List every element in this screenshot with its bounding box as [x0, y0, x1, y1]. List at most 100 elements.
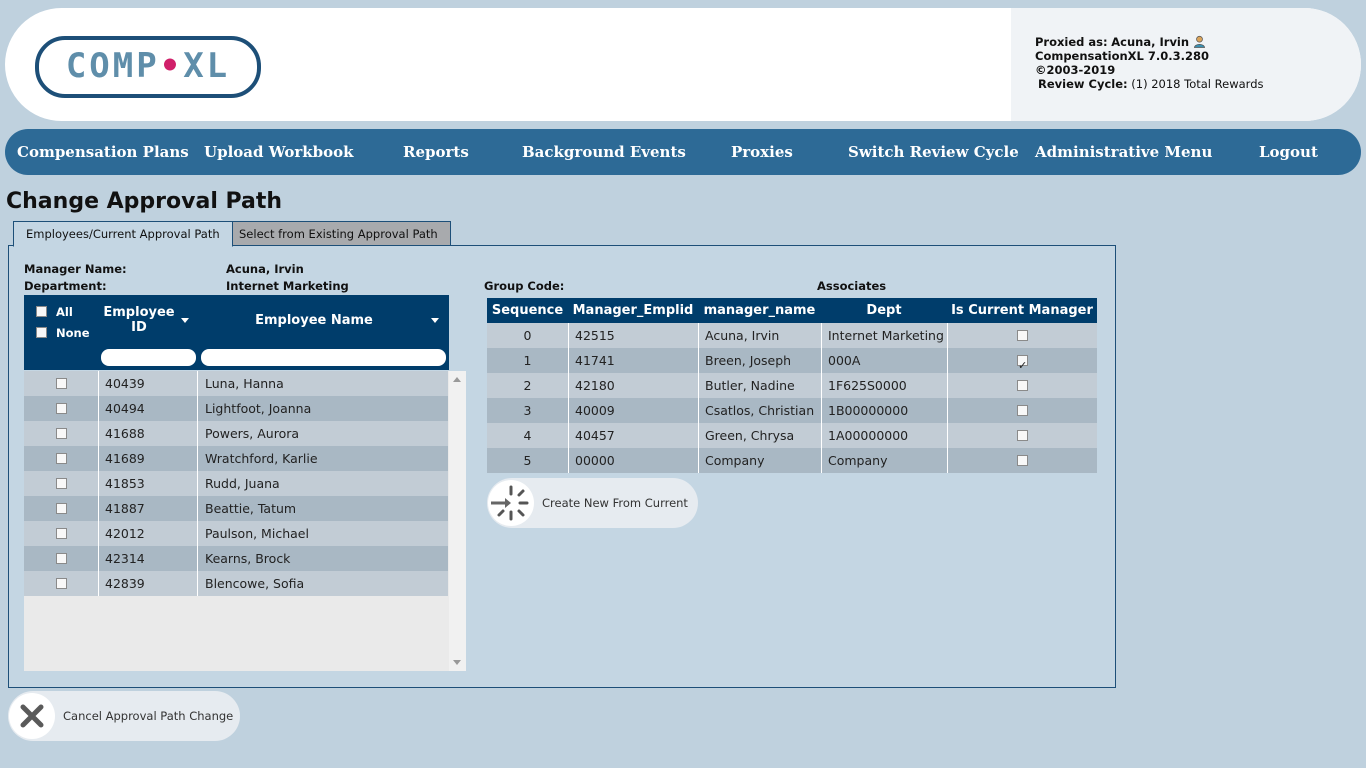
create-new-from-current-button[interactable]: Create New From Current	[487, 478, 698, 528]
manager-name-value: Acuna, Irvin	[226, 262, 304, 276]
row-checkbox[interactable]	[55, 428, 67, 439]
table-row: 42314 Kearns, Brock	[24, 546, 448, 571]
row-checkbox[interactable]	[55, 478, 67, 489]
table-row: 0 42515 Acuna, Irvin Internet Marketing	[487, 323, 1097, 348]
table-row: 4 40457 Green, Chrysa 1A00000000	[487, 423, 1097, 448]
is-current-manager-cell	[948, 348, 1097, 373]
nav-reports[interactable]: Reports	[403, 129, 469, 175]
filter-icon[interactable]	[431, 318, 439, 323]
manager-emplid-cell: 40457	[569, 423, 699, 448]
select-none-label: None	[56, 326, 90, 340]
is-current-manager-cell	[948, 398, 1097, 423]
tab-select-existing-path[interactable]: Select from Existing Approval Path	[226, 221, 451, 247]
tab-employees-current-path[interactable]: Employees/Current Approval Path	[13, 221, 233, 247]
review-cycle-label: Review Cycle:	[1038, 77, 1128, 91]
column-header-sequence: Sequence	[491, 303, 564, 318]
nav-administrative-menu[interactable]: Administrative Menu	[1035, 129, 1212, 175]
proxied-user: Acuna, Irvin	[1111, 35, 1190, 49]
cancel-approval-path-change-button[interactable]: Cancel Approval Path Change	[8, 691, 240, 741]
cancel-button-label: Cancel Approval Path Change	[63, 709, 234, 723]
spinner-icon	[488, 480, 534, 526]
select-all-checkbox[interactable]	[36, 306, 47, 317]
manager-emplid-cell: 00000	[569, 448, 699, 473]
is-current-manager-checkbox[interactable]	[1017, 380, 1028, 391]
table-row: 41688 Powers, Aurora	[24, 421, 448, 446]
table-row: 41689 Wratchford, Karlie	[24, 446, 448, 471]
column-header-manager-emplid: Manager_Emplid	[572, 303, 694, 318]
sequence-cell: 3	[487, 398, 569, 423]
filter-icon[interactable]	[181, 318, 189, 323]
row-checkbox[interactable]	[55, 528, 67, 539]
is-current-manager-checkbox[interactable]	[1017, 353, 1028, 373]
dept-cell: Company	[822, 448, 948, 473]
is-current-manager-cell	[948, 323, 1097, 348]
table-row: 5 00000 Company Company	[487, 448, 1097, 473]
app-version: CompensationXL 7.0.3.280	[1035, 49, 1209, 63]
close-icon	[9, 693, 55, 739]
nav-logout[interactable]: Logout	[1259, 129, 1318, 175]
employee-grid-scrollbar[interactable]	[449, 371, 466, 671]
row-checkbox[interactable]	[55, 503, 67, 514]
employee-id-filter-input[interactable]	[101, 349, 196, 366]
app-header: COMP•XL Proxied as: Acuna, Irvin Compens…	[5, 8, 1361, 121]
row-checkbox[interactable]	[55, 403, 67, 414]
table-row: 42012 Paulson, Michael	[24, 521, 448, 546]
user-icon	[1193, 35, 1205, 48]
manager-emplid-cell: 42180	[569, 373, 699, 398]
row-checkbox[interactable]	[55, 553, 67, 564]
nav-switch-review-cycle[interactable]: Switch Review Cycle	[848, 129, 1019, 175]
column-header-employee-id[interactable]: Employee ID	[102, 305, 176, 335]
row-checkbox[interactable]	[55, 578, 67, 589]
manager-name-cell: Csatlos, Christian	[699, 398, 822, 423]
manager-name-cell: Company	[699, 448, 822, 473]
comp-xl-logo: COMP•XL	[35, 36, 261, 98]
dept-cell: Internet Marketing	[822, 323, 948, 348]
manager-name-label: Manager Name:	[24, 262, 127, 276]
column-header-dept: Dept	[866, 303, 902, 318]
page-title: Change Approval Path	[6, 189, 283, 214]
nav-background-events[interactable]: Background Events	[522, 129, 686, 175]
table-row: 2 42180 Butler, Nadine 1F625S0000	[487, 373, 1097, 398]
group-code-value: Associates	[817, 279, 887, 293]
manager-emplid-cell: 41741	[569, 348, 699, 373]
dept-cell: 1A00000000	[822, 423, 948, 448]
row-checkbox[interactable]	[55, 453, 67, 464]
department-value: Internet Marketing	[226, 279, 349, 293]
approval-table-header: Sequence Manager_Emplid manager_name Dep…	[487, 298, 1097, 323]
sequence-cell: 2	[487, 373, 569, 398]
column-header-is-current-manager: Is Current Manager	[951, 303, 1093, 318]
manager-name-cell: Acuna, Irvin	[699, 323, 822, 348]
proxied-label: Proxied as:	[1035, 35, 1108, 49]
create-new-button-label: Create New From Current	[542, 496, 688, 510]
employee-name-filter-input[interactable]	[201, 349, 446, 366]
table-row: 41887 Beattie, Tatum	[24, 496, 448, 521]
sequence-cell: 0	[487, 323, 569, 348]
select-none-checkbox[interactable]	[36, 327, 47, 338]
nav-upload-workbook[interactable]: Upload Workbook	[204, 129, 354, 175]
is-current-manager-checkbox[interactable]	[1017, 430, 1028, 441]
table-row: 41853 Rudd, Juana	[24, 471, 448, 496]
is-current-manager-cell	[948, 373, 1097, 398]
table-row: 40439 Luna, Hanna	[24, 371, 448, 396]
table-row: 1 41741 Breen, Joseph 000A	[487, 348, 1097, 373]
group-code-label: Group Code:	[484, 279, 565, 293]
nav-proxies[interactable]: Proxies	[731, 129, 793, 175]
sequence-cell: 4	[487, 423, 569, 448]
column-header-employee-name[interactable]: Employee Name	[202, 313, 426, 328]
is-current-manager-checkbox[interactable]	[1017, 405, 1028, 416]
manager-emplid-cell: 42515	[569, 323, 699, 348]
scroll-up-icon[interactable]	[453, 377, 461, 382]
session-info-panel: Proxied as: Acuna, Irvin CompensationXL …	[1011, 8, 1361, 121]
is-current-manager-checkbox[interactable]	[1017, 455, 1028, 466]
employee-grid-body: 40439 Luna, Hanna 40494 Lightfoot, Joanna …	[24, 371, 466, 671]
dept-cell: 000A	[822, 348, 948, 373]
manager-name-cell: Green, Chrysa	[699, 423, 822, 448]
manager-emplid-cell: 40009	[569, 398, 699, 423]
row-checkbox[interactable]	[55, 378, 67, 389]
sequence-cell: 5	[487, 448, 569, 473]
is-current-manager-checkbox[interactable]	[1017, 330, 1028, 341]
column-header-manager-name: manager_name	[703, 303, 816, 318]
scroll-down-icon[interactable]	[453, 660, 461, 665]
nav-compensation-plans[interactable]: Compensation Plans	[17, 129, 189, 175]
sequence-cell: 1	[487, 348, 569, 373]
